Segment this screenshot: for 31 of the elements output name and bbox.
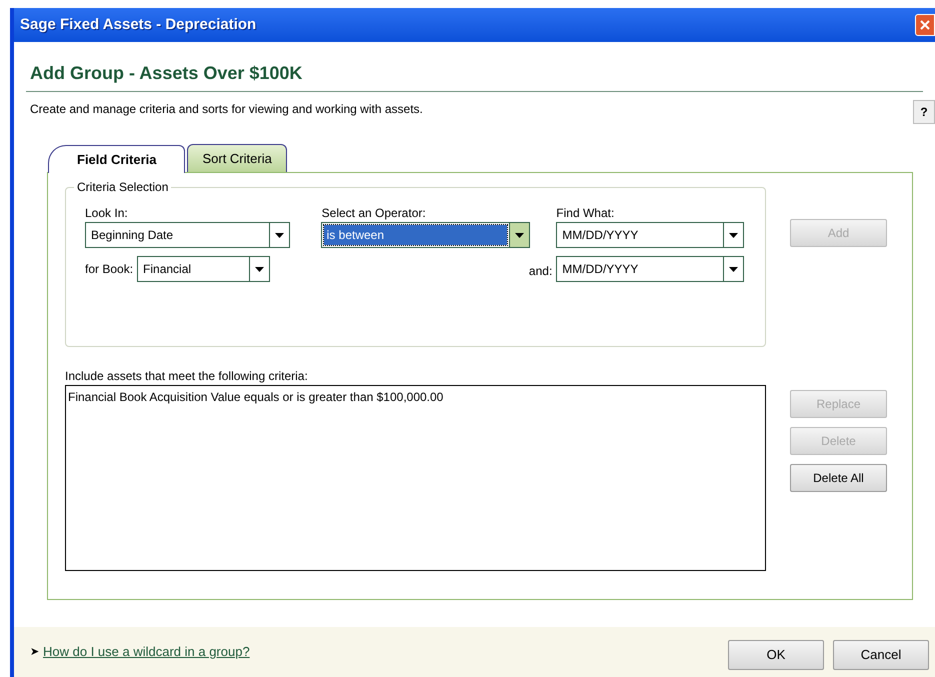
close-icon	[920, 20, 930, 30]
tab[interactable]: Field Criteria	[48, 145, 186, 173]
list-label: Include assets that meet the following criteria:	[65, 368, 309, 385]
field-label: for Book:	[85, 261, 134, 278]
field-label: Select an Operator:	[320, 205, 427, 222]
dropdown[interactable]: MM/DD/YYYY	[556, 222, 744, 248]
field-label: Look In:	[85, 205, 129, 222]
window-title: Sage Fixed Assets - Depreciation	[20, 14, 256, 35]
dropdown[interactable]: is between	[320, 222, 530, 248]
dialog-button[interactable]: OK	[728, 640, 824, 670]
close-button[interactable]	[915, 14, 935, 36]
dropdown-value: Financial	[142, 261, 192, 278]
dropdown-value: is between	[324, 225, 507, 245]
field-label: and:	[528, 263, 552, 280]
list-item[interactable]: Financial Book Acquisition Value equals or is greater than $100,000.00	[68, 388, 763, 406]
tab[interactable]: Sort Criteria	[187, 144, 287, 172]
dropdown-value: MM/DD/YYYY	[561, 261, 640, 278]
help-link[interactable]: How do I use a wildcard in a group?	[43, 642, 250, 662]
dropdown[interactable]: MM/DD/YYYY	[556, 256, 744, 282]
arrow-icon: ➤	[30, 644, 39, 660]
caret-icon	[508, 223, 529, 247]
dropdown-value: Beginning Date	[90, 227, 174, 244]
dropdown-value: MM/DD/YYYY	[561, 227, 640, 244]
button[interactable]: Delete All	[790, 464, 887, 492]
dropdown[interactable]: Financial	[137, 256, 270, 282]
field-label: Find What:	[556, 205, 616, 222]
description-text: Create and manage criteria and sorts for viewing and working with assets.	[30, 101, 423, 118]
page-heading: Add Group - Assets Over $100K	[26, 60, 923, 92]
dropdown[interactable]: Beginning Date	[85, 222, 290, 248]
help-button[interactable]: ?	[913, 100, 935, 124]
dialog-button[interactable]: Cancel	[833, 640, 929, 670]
